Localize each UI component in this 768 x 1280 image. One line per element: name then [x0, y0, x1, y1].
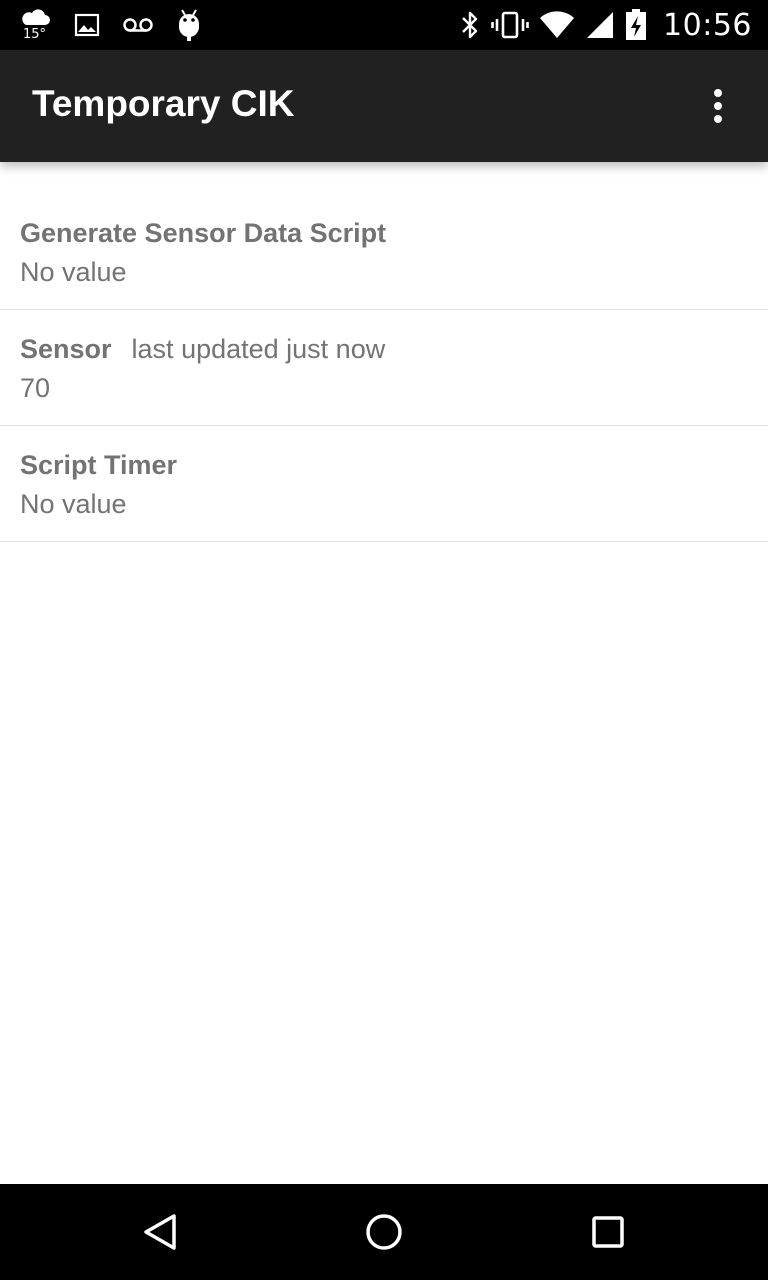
- action-bar: Temporary CIK: [0, 50, 768, 162]
- item-value: 70: [20, 373, 51, 403]
- android-icon: [179, 9, 199, 41]
- vibrate-icon: [491, 11, 529, 39]
- item-title: Sensor: [20, 334, 112, 364]
- item-value: No value: [20, 489, 127, 519]
- recents-icon: [592, 1216, 624, 1248]
- item-title: Script Timer: [20, 450, 178, 480]
- signal-icon: [587, 12, 614, 38]
- cloud-icon: [22, 9, 50, 25]
- overflow-menu-button[interactable]: [686, 72, 750, 140]
- list-item-sensor[interactable]: Sensor last updated just now 70: [0, 310, 768, 426]
- back-icon: [144, 1214, 176, 1250]
- item-value: No value: [20, 257, 127, 287]
- system-icons: 10:56: [459, 0, 752, 50]
- home-button[interactable]: [344, 1200, 424, 1264]
- bluetooth-icon: [462, 11, 478, 39]
- item-header: Script Timer: [20, 450, 177, 481]
- home-icon: [366, 1214, 402, 1250]
- weather-temp: 15°: [23, 27, 47, 42]
- overflow-menu-icon: [714, 89, 722, 123]
- status-bar: 15° 10:56: [0, 0, 768, 50]
- voicemail-icon: [123, 18, 153, 32]
- battery-charging-icon: [626, 9, 647, 40]
- recents-button[interactable]: [568, 1200, 648, 1264]
- screen: 15° 10:56 Temporary CIK Generate Sensor …: [0, 0, 768, 1280]
- item-header: Sensor last updated just now: [20, 334, 385, 365]
- wifi-icon: [540, 11, 575, 38]
- weather-icon: 15°: [20, 5, 52, 45]
- image-icon: [74, 13, 100, 37]
- back-button[interactable]: [120, 1200, 200, 1264]
- item-last-updated: last updated just now: [131, 334, 386, 364]
- status-clock: 10:56: [663, 7, 752, 43]
- resource-list: Generate Sensor Data Script No value Sen…: [0, 194, 768, 542]
- list-item-script-timer[interactable]: Script Timer No value: [0, 426, 768, 542]
- notification-icons: 15°: [20, 0, 202, 50]
- app-title: Temporary CIK: [32, 83, 295, 124]
- list-item-generate-sensor-data-script[interactable]: Generate Sensor Data Script No value: [0, 194, 768, 310]
- navigation-bar: [0, 1184, 768, 1280]
- item-header: Generate Sensor Data Script: [20, 218, 386, 249]
- item-title: Generate Sensor Data Script: [20, 218, 387, 248]
